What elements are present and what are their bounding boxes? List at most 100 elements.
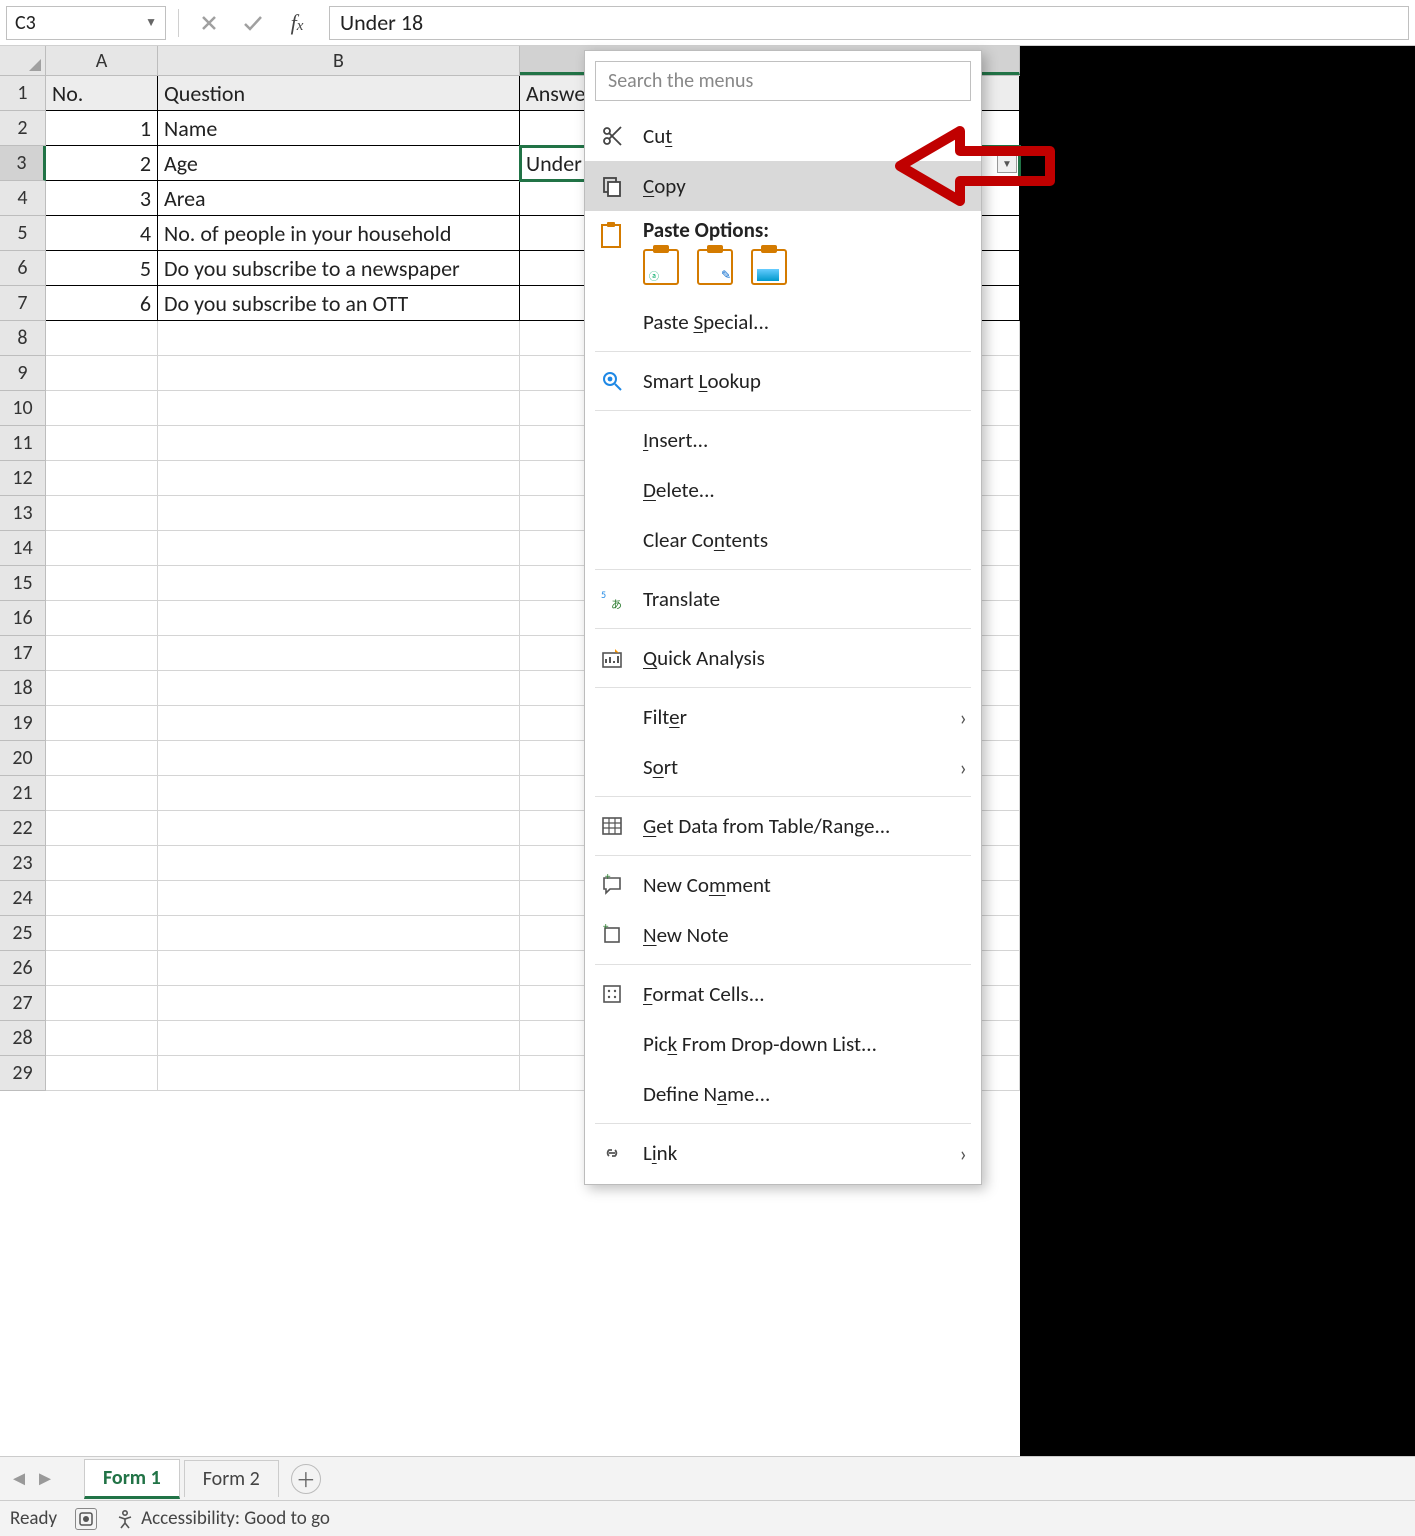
cancel-formula-button[interactable] — [191, 8, 227, 38]
ctx-get-data[interactable]: Get Data from Table/Range... — [585, 801, 981, 851]
cell[interactable] — [46, 671, 158, 706]
cell[interactable]: Age — [158, 146, 520, 181]
cell[interactable] — [158, 496, 520, 531]
cell[interactable]: No. — [46, 76, 158, 111]
row-header[interactable]: 27 — [0, 986, 46, 1021]
sheet-tab-active[interactable]: Form 1 — [84, 1459, 180, 1499]
cell[interactable] — [46, 951, 158, 986]
cell[interactable]: Do you subscribe to a newspaper — [158, 251, 520, 286]
paste-option-picture[interactable] — [751, 249, 787, 285]
cell[interactable] — [46, 391, 158, 426]
cell[interactable] — [158, 566, 520, 601]
cell[interactable] — [46, 1021, 158, 1056]
row-header[interactable]: 6 — [0, 251, 46, 286]
row-header[interactable]: 10 — [0, 391, 46, 426]
row-header[interactable]: 15 — [0, 566, 46, 601]
row-header[interactable]: 28 — [0, 1021, 46, 1056]
cell[interactable] — [46, 986, 158, 1021]
sheet-nav-next[interactable]: ► — [34, 1468, 56, 1490]
row-header[interactable]: 1 — [0, 76, 46, 111]
cell[interactable] — [158, 671, 520, 706]
row-header[interactable]: 4 — [0, 181, 46, 216]
cell[interactable] — [158, 601, 520, 636]
sheet-tab-inactive[interactable]: Form 2 — [184, 1460, 279, 1497]
cell[interactable] — [46, 846, 158, 881]
insert-function-button[interactable]: fx — [279, 8, 315, 38]
cell[interactable] — [158, 531, 520, 566]
cell[interactable]: Question — [158, 76, 520, 111]
row-header[interactable]: 9 — [0, 356, 46, 391]
chevron-down-icon[interactable]: ▼ — [145, 15, 157, 30]
row-header[interactable]: 5 — [0, 216, 46, 251]
cell[interactable]: Do you subscribe to an OTT — [158, 286, 520, 321]
cell[interactable] — [46, 741, 158, 776]
cell[interactable]: 5 — [46, 251, 158, 286]
cell[interactable]: No. of people in your household — [158, 216, 520, 251]
ctx-filter[interactable]: Filter› — [585, 692, 981, 742]
row-header[interactable]: 2 — [0, 111, 46, 146]
row-header[interactable]: 3 — [0, 146, 46, 181]
row-header[interactable]: 21 — [0, 776, 46, 811]
row-header[interactable]: 22 — [0, 811, 46, 846]
row-header[interactable]: 11 — [0, 426, 46, 461]
cell[interactable] — [158, 741, 520, 776]
formula-input[interactable]: Under 18 — [329, 6, 1409, 40]
ctx-smart-lookup[interactable]: Smart Lookup — [585, 356, 981, 406]
cell[interactable] — [46, 916, 158, 951]
ctx-delete[interactable]: Delete... — [585, 465, 981, 515]
ctx-define-name[interactable]: Define Name... — [585, 1069, 981, 1119]
cell[interactable]: 2 — [46, 146, 158, 181]
accessibility-status[interactable]: Accessibility: Good to go — [115, 1507, 330, 1530]
paste-option-formulas[interactable]: ✎ — [697, 249, 733, 285]
cell[interactable]: 1 — [46, 111, 158, 146]
cell[interactable] — [46, 706, 158, 741]
row-header[interactable]: 8 — [0, 321, 46, 356]
ctx-format-cells[interactable]: Format Cells... — [585, 969, 981, 1019]
ctx-sort[interactable]: Sort› — [585, 742, 981, 792]
row-header[interactable]: 26 — [0, 951, 46, 986]
cell[interactable] — [46, 356, 158, 391]
cell[interactable] — [158, 1056, 520, 1091]
cell[interactable] — [46, 496, 158, 531]
cell[interactable] — [46, 426, 158, 461]
row-header[interactable]: 19 — [0, 706, 46, 741]
cell[interactable] — [46, 776, 158, 811]
ctx-quick-analysis[interactable]: Quick Analysis — [585, 633, 981, 683]
cell[interactable]: 6 — [46, 286, 158, 321]
cell[interactable] — [158, 951, 520, 986]
cell[interactable] — [158, 356, 520, 391]
cell[interactable]: Area — [158, 181, 520, 216]
row-header[interactable]: 12 — [0, 461, 46, 496]
row-header[interactable]: 20 — [0, 741, 46, 776]
cell[interactable] — [158, 461, 520, 496]
cell[interactable] — [158, 846, 520, 881]
ctx-pick-list[interactable]: Pick From Drop-down List... — [585, 1019, 981, 1069]
cell[interactable] — [158, 881, 520, 916]
ctx-new-note[interactable]: + New Note — [585, 910, 981, 960]
row-header[interactable]: 17 — [0, 636, 46, 671]
cell[interactable] — [46, 461, 158, 496]
row-header[interactable]: 23 — [0, 846, 46, 881]
cell[interactable] — [46, 636, 158, 671]
cell[interactable] — [158, 986, 520, 1021]
cell[interactable] — [46, 601, 158, 636]
cell[interactable] — [158, 811, 520, 846]
cell[interactable] — [158, 321, 520, 356]
row-header[interactable]: 13 — [0, 496, 46, 531]
ctx-paste-special[interactable]: Paste Special... — [585, 297, 981, 347]
cell[interactable]: Name — [158, 111, 520, 146]
cell[interactable] — [158, 426, 520, 461]
row-header[interactable]: 25 — [0, 916, 46, 951]
select-all-corner[interactable] — [0, 46, 46, 75]
cell[interactable] — [158, 1021, 520, 1056]
cell[interactable] — [46, 881, 158, 916]
cell[interactable] — [158, 636, 520, 671]
context-menu-search[interactable]: Search the menus — [595, 61, 971, 101]
macro-record-icon[interactable] — [75, 1508, 97, 1530]
sheet-nav-prev[interactable]: ◄ — [8, 1468, 30, 1490]
row-header[interactable]: 14 — [0, 531, 46, 566]
paste-option-values[interactable]: ⓐ — [643, 249, 679, 285]
column-header-A[interactable]: A — [46, 46, 158, 75]
cell[interactable] — [46, 531, 158, 566]
row-header[interactable]: 7 — [0, 286, 46, 321]
